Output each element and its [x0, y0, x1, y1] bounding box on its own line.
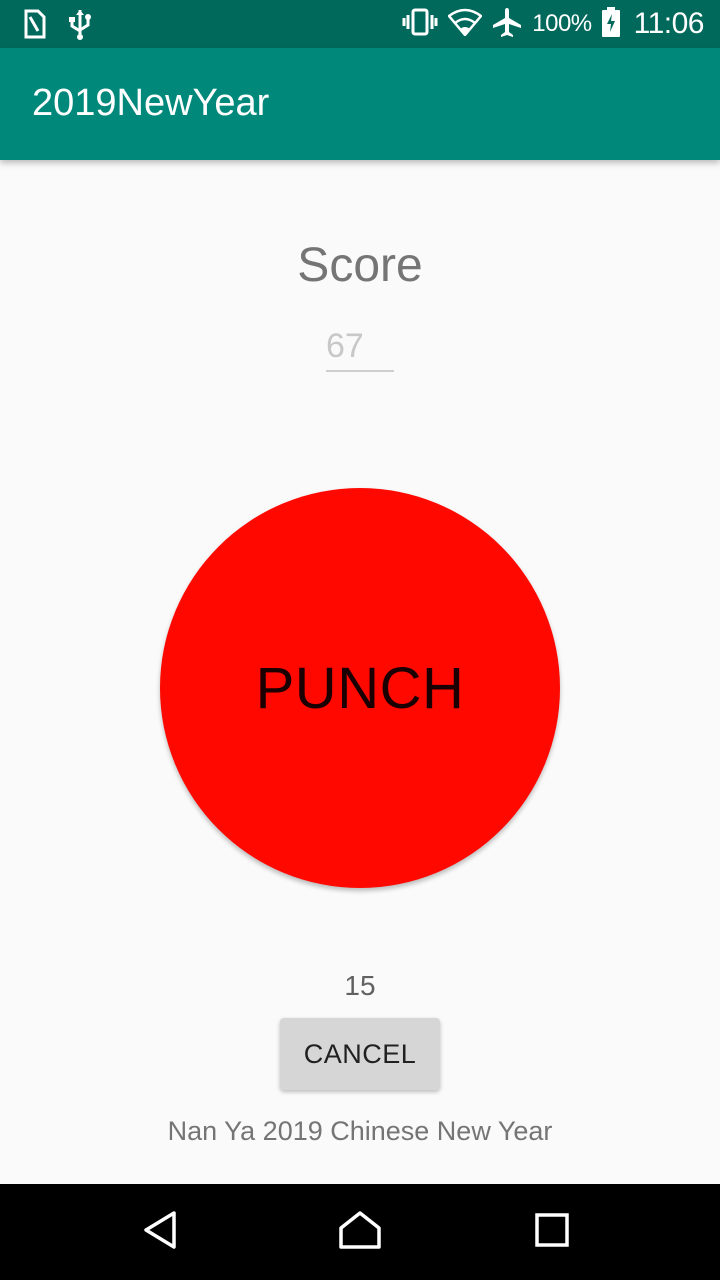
airplane-icon — [492, 7, 522, 42]
clock: 11:06 — [633, 7, 705, 40]
score-input[interactable] — [326, 322, 394, 372]
punch-button[interactable]: PUNCH — [160, 488, 560, 888]
battery-percent: 100% — [532, 10, 592, 37]
sim-icon — [24, 9, 46, 44]
recents-icon — [534, 1212, 570, 1253]
score-label: Score — [297, 239, 423, 292]
status-right-icons: 100% 11:06 — [402, 0, 705, 48]
usb-icon — [68, 8, 92, 45]
home-icon — [338, 1210, 382, 1255]
recents-button[interactable] — [522, 1202, 582, 1262]
cancel-button[interactable]: CANCEL — [280, 1018, 440, 1090]
app-bar: 2019NewYear — [0, 48, 720, 160]
back-button[interactable] — [130, 1202, 190, 1262]
vibrate-icon — [402, 7, 438, 42]
home-button[interactable] — [330, 1202, 390, 1262]
status-left-icons — [24, 8, 92, 45]
back-icon — [140, 1210, 180, 1255]
battery-icon — [601, 6, 620, 42]
status-bar: 100% 11:06 — [0, 0, 720, 48]
wifi-icon — [447, 8, 484, 41]
footer-text: Nan Ya 2019 Chinese New Year — [167, 1116, 553, 1146]
punch-label: PUNCH — [255, 655, 465, 721]
navigation-bar — [0, 1184, 720, 1280]
app-title: 2019NewYear — [32, 82, 270, 124]
counter-text: 15 — [344, 970, 376, 1001]
